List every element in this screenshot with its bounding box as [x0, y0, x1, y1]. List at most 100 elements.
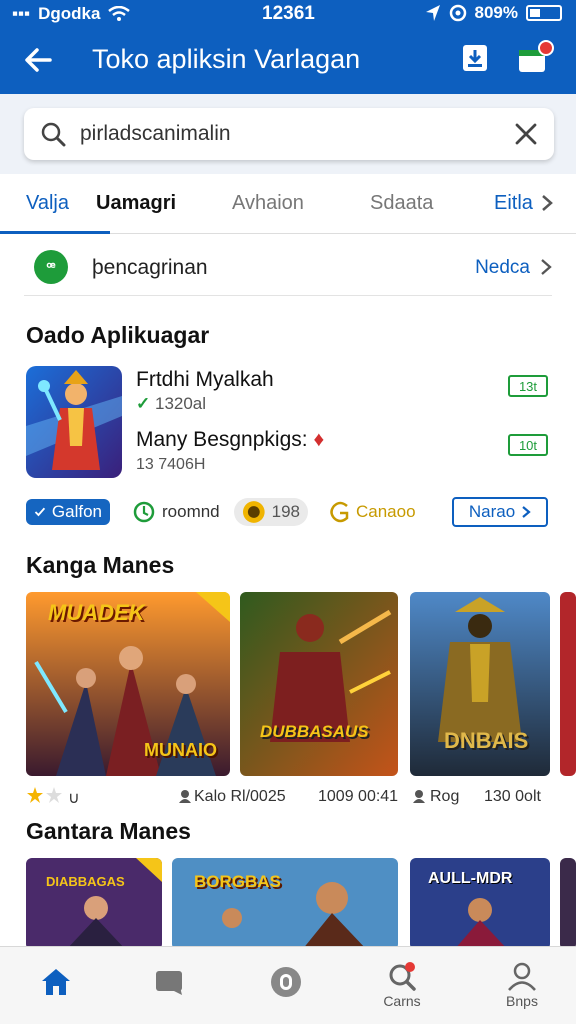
carrier-label: Dgodka: [38, 4, 101, 23]
second-card-1-title: DIABBAGAS: [46, 874, 125, 889]
chip-count[interactable]: 198: [234, 498, 308, 526]
search-bar[interactable]: pirladscanimalin: [24, 108, 554, 160]
nav-home[interactable]: [26, 967, 86, 999]
tab-valja[interactable]: Valja: [26, 192, 69, 215]
battery-icon: [526, 5, 562, 21]
tab-avhaion[interactable]: Avhaion: [232, 192, 304, 215]
chevron-right-icon: [541, 259, 552, 275]
featured-app-1-size: 1320al: [154, 394, 207, 413]
tab-eitla[interactable]: Eitla: [494, 192, 533, 215]
wifi-icon: [108, 6, 131, 21]
game-card-3-title: DNBAIS: [444, 728, 529, 753]
signal-icon: ▪▪▪: [12, 4, 31, 23]
chip-roomnd-label: roomnd: [162, 502, 220, 521]
search-icon: [389, 962, 416, 991]
leaf-icon: ✓: [136, 394, 151, 413]
game-card-1-subtitle: MUNAIO: [144, 740, 217, 760]
download-icon[interactable]: [462, 44, 488, 72]
game-card-1[interactable]: MUADEK MUNAIO: [26, 592, 230, 776]
featured-app-2-title: Many Besgnpkigs:: [136, 428, 308, 451]
rating-badge-icon: ♦: [313, 428, 325, 451]
alarm-icon: [449, 4, 466, 22]
game-card-1-sep: ∪: [68, 790, 80, 807]
coin-icon: [242, 501, 265, 523]
check-icon: [34, 507, 46, 517]
game-card-4-caption: 130 0olt: [484, 788, 541, 805]
status-time: 12361: [262, 3, 315, 24]
page-title: Toko apliksin Varlagan: [92, 44, 361, 74]
game-card-2-title: DUBBASAUS: [260, 722, 369, 741]
chip-galfon[interactable]: Galfon: [26, 499, 110, 525]
tab-uamagri[interactable]: Uamagri: [96, 192, 176, 215]
suggestion-icon: ꟹ: [34, 250, 68, 284]
app-screen: ▪▪▪ Dgodka 12361 809% Toko apliksin Varl…: [0, 0, 576, 1024]
suggestion-text: þencagrinan: [92, 256, 208, 279]
user-icon: [179, 790, 191, 803]
app-bar: Toko apliksin Varlagan: [0, 30, 576, 94]
featured-app-1-button[interactable]: 13t: [508, 375, 548, 397]
nav-profile[interactable]: Bnps: [492, 961, 552, 1009]
tab-bar: Valja Uamagri Avhaion Sdaata Eitla: [0, 174, 576, 234]
nav-search-label: Carns: [383, 993, 421, 1009]
second-card-4-partial[interactable]: [560, 858, 576, 950]
chip-canaoo-label: Canaoo: [356, 502, 416, 521]
chip-galfon-label: Galfon: [51, 502, 102, 521]
star-rating-icon: [27, 787, 62, 803]
status-left: ▪▪▪ Dgodka: [12, 4, 131, 24]
featured-app-icon[interactable]: [26, 366, 122, 478]
bottom-nav: Carns Bnps: [0, 946, 576, 1024]
more-button-label: Narao: [468, 502, 516, 521]
nav-search[interactable]: Carns: [372, 961, 432, 1009]
featured-app-2-name[interactable]: Many Besgnpkigs: ♦: [136, 428, 324, 452]
section-title-second: Gantara Manes: [26, 818, 191, 844]
search-area: pirladscanimalin: [0, 94, 576, 174]
game-card-2[interactable]: DUBBASAUS: [240, 592, 398, 776]
game-card-3[interactable]: DNBAIS: [410, 592, 550, 776]
featured-app-1-name[interactable]: Frtdhi Myalkah: [136, 368, 274, 392]
tab-sdaata[interactable]: Sdaata: [370, 192, 433, 215]
notification-badge: [538, 40, 554, 56]
section-title-games: Kanga Manes: [26, 552, 175, 578]
battery-percent: 809%: [474, 3, 518, 22]
home-icon: [42, 969, 70, 995]
chevron-right-icon[interactable]: [540, 194, 554, 212]
game-card-2-caption: 1009 00:41: [318, 788, 399, 805]
chip-count-label: 198: [271, 502, 300, 521]
second-card-2-title: BORGBAS: [194, 872, 281, 891]
nav-profile-label: Bnps: [506, 993, 538, 1009]
second-card-3[interactable]: AULL-MDR: [410, 858, 550, 950]
center-app-icon: [271, 967, 301, 997]
back-arrow-icon[interactable]: [20, 42, 56, 78]
second-card-2[interactable]: BORGBAS: [172, 858, 398, 950]
game-card-3-caption: Rog: [430, 788, 460, 805]
suggestion-link[interactable]: Nedca: [475, 257, 530, 279]
featured-app-1-meta: ✓ 1320al: [136, 394, 206, 414]
active-tab-indicator: [0, 231, 110, 234]
game-card-1-caption: Kalo Rl/0025: [194, 788, 286, 805]
featured-app-2-meta: 13 7406H: [136, 456, 206, 473]
nav-center[interactable]: [256, 965, 316, 1001]
nav-games[interactable]: [140, 967, 200, 999]
gold-g-icon: [330, 501, 349, 523]
profile-icon: [508, 962, 536, 991]
featured-app-2-button[interactable]: 10t: [508, 434, 548, 456]
game-card-1-title: MUADEK: [48, 600, 145, 625]
section-title-featured: Oado Aplikuagar: [26, 322, 210, 348]
status-right: 809%: [425, 3, 562, 23]
suggestion-row[interactable]: ꟹ þencagrinan Nedca: [24, 236, 552, 296]
status-bar: ▪▪▪ Dgodka 12361 809%: [0, 0, 576, 30]
location-icon: [425, 5, 440, 21]
more-button[interactable]: Narao: [452, 497, 548, 527]
refresh-icon: [133, 501, 155, 523]
second-card-1[interactable]: DIABBAGAS: [26, 858, 162, 950]
chip-roomnd[interactable]: roomnd: [124, 498, 228, 526]
clear-icon[interactable]: [514, 122, 538, 146]
chip-canaoo[interactable]: Canaoo: [322, 498, 424, 526]
chat-icon: [156, 971, 182, 995]
game-card-4-partial[interactable]: [560, 592, 576, 776]
user-icon: [413, 790, 425, 803]
chevron-right-icon: [522, 506, 531, 518]
search-icon: [41, 122, 66, 147]
search-input[interactable]: pirladscanimalin: [80, 122, 514, 146]
second-card-3-title: AULL-MDR: [428, 870, 513, 887]
